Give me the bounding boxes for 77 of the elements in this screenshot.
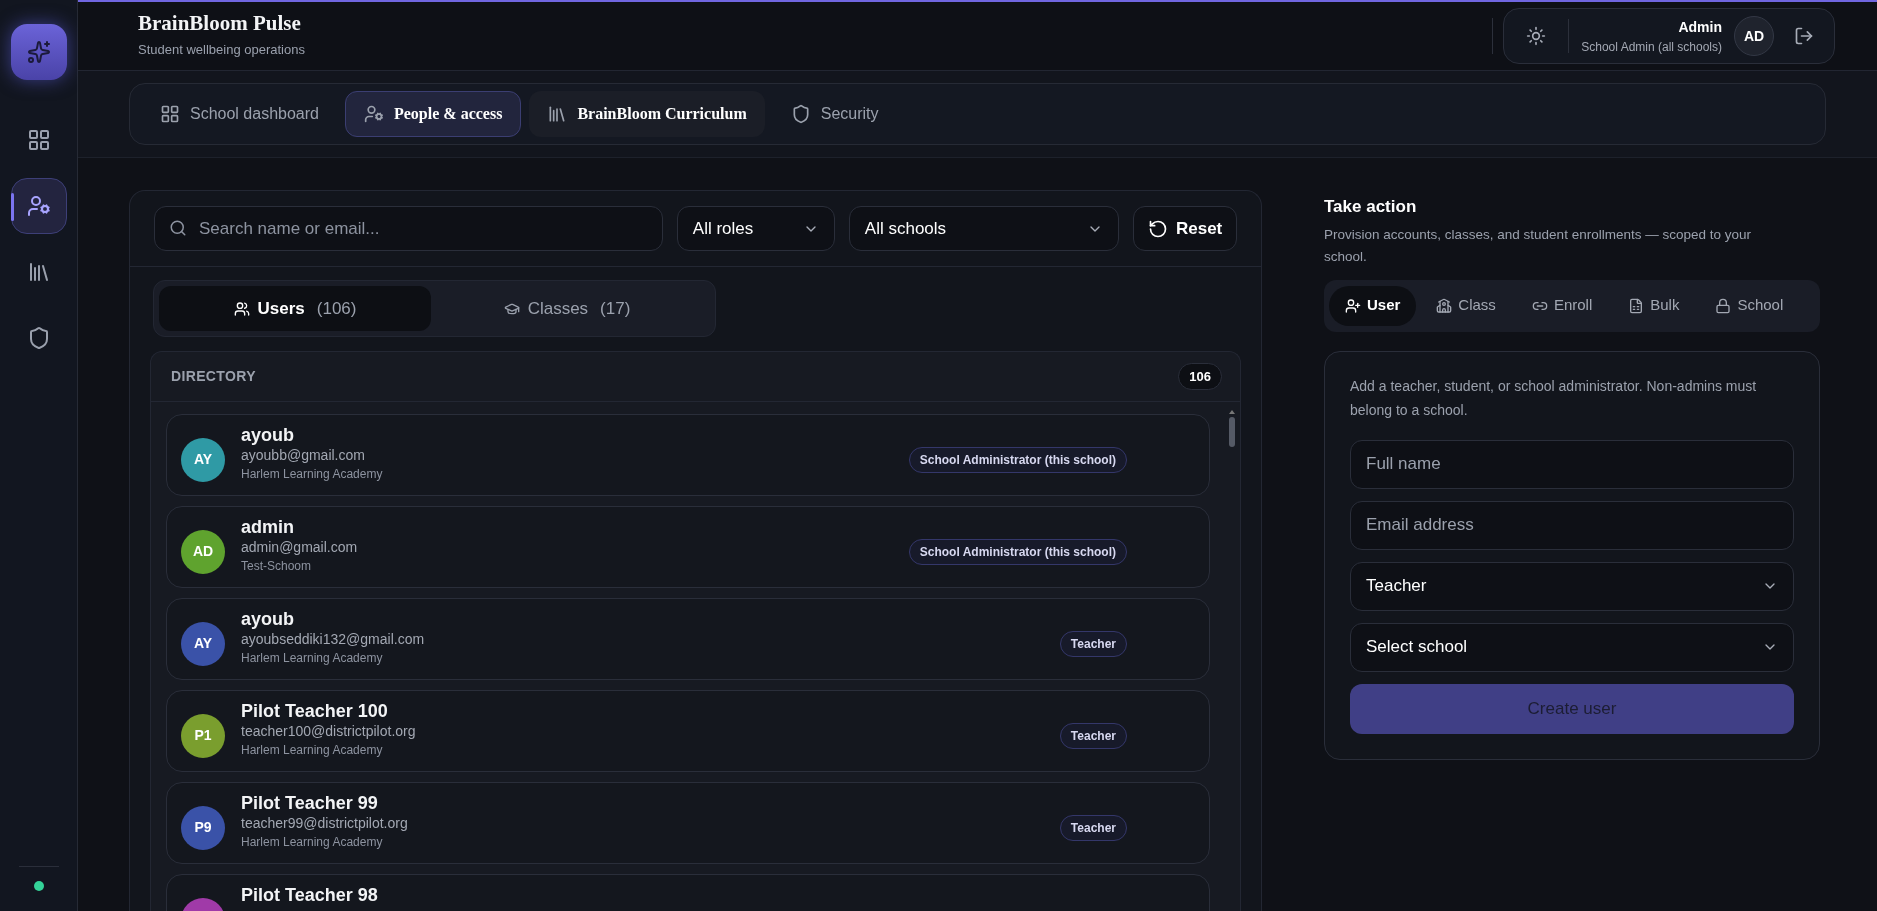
action-tab[interactable]: School bbox=[1699, 285, 1800, 326]
user-email: ayoubseddiki132@gmail.com bbox=[241, 630, 426, 648]
reset-button[interactable]: Reset bbox=[1133, 206, 1237, 251]
nav-tab[interactable]: Security bbox=[772, 91, 897, 137]
user-school: Harlem Learning Academy bbox=[241, 650, 384, 667]
user-school: Harlem Learning Academy bbox=[241, 834, 384, 851]
sidebar-item[interactable] bbox=[10, 178, 67, 234]
user-email: teacher99@districtpilot.org bbox=[241, 814, 409, 832]
user-email: teacher100@districtpilot.org bbox=[241, 722, 417, 740]
action-description: Provision accounts, classes, and student enrollments — scoped to your school. bbox=[1324, 225, 1752, 266]
form-description: Add a teacher, student, or school administrator. Non-admins must belong to a school. bbox=[1350, 376, 1758, 420]
sun-icon bbox=[1526, 26, 1547, 46]
user-gear-icon bbox=[364, 104, 384, 124]
role-badge: Teacher bbox=[1059, 630, 1127, 657]
logout-icon bbox=[1794, 26, 1814, 46]
action-tab[interactable]: Enroll bbox=[1515, 285, 1609, 326]
user-name: admin bbox=[241, 516, 295, 538]
role-badge: School Administrator (this school) bbox=[908, 538, 1127, 565]
nav-tab[interactable]: School dashboard bbox=[142, 91, 337, 137]
role-badge: Teacher bbox=[1059, 722, 1127, 749]
user-avatar: AD bbox=[181, 529, 225, 574]
user-row[interactable]: AY ayoub ayoubseddiki132@gmail.com Harlem Learning Academy Teacher bbox=[166, 598, 1210, 680]
grid-icon bbox=[26, 128, 51, 152]
user-row[interactable]: AD admin admin@gmail.com Test-Schoom School Administrator (this school) bbox=[166, 506, 1210, 588]
building-icon bbox=[1436, 297, 1453, 314]
view-tab[interactable]: Users (106) bbox=[159, 286, 431, 331]
user-name: ayoub bbox=[241, 424, 295, 446]
user-name: Admin bbox=[1678, 17, 1722, 37]
directory-heading: DIRECTORY bbox=[171, 367, 256, 386]
view-tab[interactable]: Classes (17) bbox=[431, 286, 703, 331]
user-email: ayoubb@gmail.com bbox=[241, 446, 366, 464]
document-icon bbox=[1628, 297, 1645, 314]
user-row[interactable]: AY ayoub ayoubb@gmail.com Harlem Learning Academy School Administrator (this school) bbox=[166, 414, 1210, 496]
user-name: Pilot Teacher 99 bbox=[241, 792, 379, 814]
action-title: Take action bbox=[1324, 196, 1418, 218]
user-row[interactable]: Pilot Teacher 98 bbox=[166, 874, 1210, 911]
user-row[interactable]: P1 Pilot Teacher 100 teacher100@districtpilot.org Harlem Learning Academy Teacher bbox=[166, 690, 1210, 772]
directory-count: 106 bbox=[1178, 362, 1222, 391]
lock-icon bbox=[1715, 297, 1732, 314]
user-avatar: P1 bbox=[181, 713, 225, 758]
action-tab[interactable]: Class bbox=[1420, 285, 1512, 326]
reset-icon bbox=[1147, 218, 1168, 239]
user-email: admin@gmail.com bbox=[241, 538, 359, 556]
search-field[interactable]: Search name or email... bbox=[154, 206, 663, 251]
nav-tab[interactable]: BrainBloom Curriculum bbox=[529, 91, 765, 137]
user-avatar: P9 bbox=[181, 805, 225, 850]
sparkle-icon bbox=[26, 40, 51, 64]
user-plus-icon bbox=[1345, 297, 1361, 314]
user-school: Harlem Learning Academy bbox=[241, 742, 384, 759]
user-row[interactable]: P9 Pilot Teacher 99 teacher99@districtpilot.org Harlem Learning Academy Teacher bbox=[166, 782, 1210, 864]
user-school: Test-Schoom bbox=[241, 558, 313, 575]
search-icon bbox=[169, 219, 187, 237]
user-avatar: AY bbox=[181, 437, 225, 482]
action-tab[interactable]: User bbox=[1329, 285, 1417, 326]
email-field[interactable]: Email address bbox=[1350, 500, 1794, 550]
role-dropdown[interactable]: All roles bbox=[676, 206, 835, 251]
user-avatar: AY bbox=[181, 621, 225, 666]
user-gear-icon bbox=[26, 194, 51, 218]
role-badge: School Administrator (this school) bbox=[908, 446, 1127, 473]
action-tab[interactable]: Bulk bbox=[1612, 285, 1696, 326]
user-avatar: AD bbox=[1734, 16, 1774, 56]
school-select[interactable]: Select school bbox=[1350, 622, 1794, 672]
users-icon bbox=[233, 300, 250, 317]
scrollbar bbox=[1228, 410, 1236, 447]
app-subtitle: Student wellbeing operations bbox=[138, 40, 305, 59]
user-name: Pilot Teacher 98 bbox=[241, 884, 379, 906]
user-role: School Admin (all schools) bbox=[1581, 38, 1722, 56]
full-name-field[interactable]: Full name bbox=[1350, 439, 1794, 489]
role-select[interactable]: Teacher bbox=[1350, 561, 1794, 611]
school-dropdown[interactable]: All schools bbox=[848, 206, 1120, 251]
nav-tab[interactable]: People & access bbox=[345, 91, 522, 137]
user-name: ayoub bbox=[241, 608, 295, 630]
user-school: Harlem Learning Academy bbox=[241, 466, 384, 483]
user-name: Pilot Teacher 100 bbox=[241, 700, 389, 722]
grid-icon bbox=[160, 104, 180, 124]
role-badge: Teacher bbox=[1059, 814, 1127, 841]
app-title: BrainBloom Pulse bbox=[138, 12, 302, 34]
